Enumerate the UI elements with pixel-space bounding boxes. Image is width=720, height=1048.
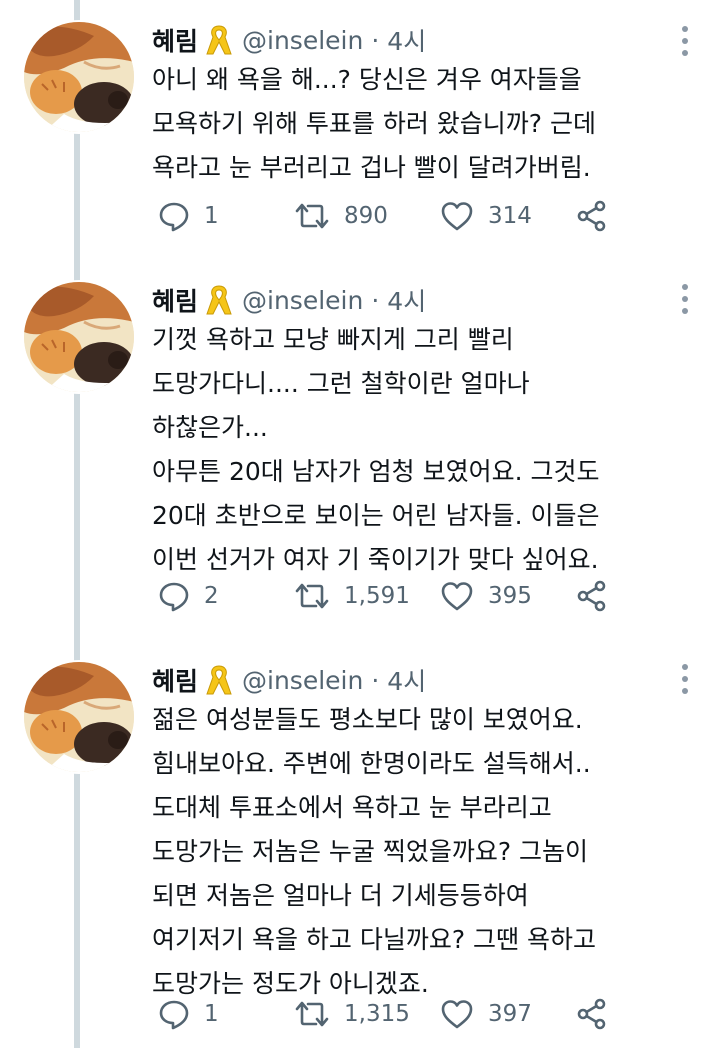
retweet-icon xyxy=(295,1001,329,1027)
retweet-count: 1,591 xyxy=(344,583,410,609)
avatar[interactable] xyxy=(22,280,136,394)
tweet[interactable]: 혜림 @inselein · 4시 젊은 여성분들도 평소보다 많이 보였어요.… xyxy=(0,642,720,1048)
separator: · xyxy=(371,25,380,55)
share-button[interactable] xyxy=(576,994,622,1034)
display-name[interactable]: 혜림 xyxy=(152,662,198,698)
more-icon[interactable] xyxy=(682,26,690,56)
tweet-text-line: 도망가는 저놈은 누굴 찍었을까요? 그놈이 xyxy=(152,837,589,866)
like-count: 314 xyxy=(488,203,532,229)
display-name[interactable]: 혜림 xyxy=(152,282,198,318)
tweet-text-line: 아무튼 20대 남자가 엄청 보였어요. 그것도 xyxy=(152,457,600,486)
like-count: 397 xyxy=(488,1001,532,1027)
tweet-actions: 1 890 314 xyxy=(152,196,632,236)
tweet-text: 젊은 여성분들도 평소보다 많이 보였어요. 힘내보아요. 주변에 한명이라도 … xyxy=(152,698,682,1006)
share-button[interactable] xyxy=(576,576,622,616)
reply-count: 1 xyxy=(204,203,219,229)
tweet-text-line: 욕라고 눈 부러리고 겁나 빨이 달려가버림. xyxy=(152,153,591,182)
tweet-header: 혜림 @inselein · 4시 xyxy=(152,280,426,320)
tweet-text-line: 젊은 여성분들도 평소보다 많이 보였어요. xyxy=(152,705,583,734)
avatar[interactable] xyxy=(22,660,136,774)
avatar-image xyxy=(24,662,134,772)
reply-icon xyxy=(159,1000,189,1030)
tweet-text-line: 모욕하기 위해 투표를 하러 왔습니까? 근데 xyxy=(152,109,597,138)
avatar[interactable] xyxy=(22,20,136,134)
retweet-icon xyxy=(295,583,329,609)
reply-count: 1 xyxy=(204,1001,219,1027)
tweet-header: 혜림 @inselein · 4시 xyxy=(152,660,426,700)
tweet-text-line: 도망가다니.... 그런 철학이란 얼마나 xyxy=(152,369,530,398)
like-button[interactable]: 397 xyxy=(440,994,532,1034)
reply-button[interactable]: 1 xyxy=(158,994,219,1034)
tweet[interactable]: 혜림 @inselein · 4시 아니 왜 욕을 해...? 당신은 겨우 여… xyxy=(0,0,720,262)
separator: · xyxy=(371,665,380,695)
tweet-text-line: 도대체 투표소에서 욕하고 눈 부라리고 xyxy=(152,793,552,822)
retweet-button[interactable]: 1,315 xyxy=(294,994,410,1034)
tweet-text-line: 20대 초반으로 보이는 어린 남자들. 이들은 xyxy=(152,501,600,530)
heart-icon xyxy=(441,1000,473,1029)
timestamp[interactable]: 4시 xyxy=(387,282,426,318)
yellow-ribbon-icon xyxy=(204,23,234,57)
tweet-text-line: 힘내보아요. 주변에 한명이라도 설득해서.. xyxy=(152,749,591,778)
tweet-text-line: 여기저기 욕을 하고 다닐까요? 그땐 욕하고 xyxy=(152,925,597,954)
avatar-image xyxy=(24,22,134,132)
reply-button[interactable]: 1 xyxy=(158,196,219,236)
avatar-image xyxy=(24,282,134,392)
like-button[interactable]: 314 xyxy=(440,196,532,236)
tweet-text: 아니 왜 욕을 해...? 당신은 겨우 여자들을 모욕하기 위해 투표를 하러… xyxy=(152,58,682,190)
tweet-text-line: 하찮은가... xyxy=(152,413,268,442)
retweet-button[interactable]: 890 xyxy=(294,196,388,236)
heart-icon xyxy=(441,582,473,611)
share-icon xyxy=(577,580,606,612)
yellow-ribbon-icon xyxy=(204,663,234,697)
retweet-icon xyxy=(295,203,329,229)
more-icon[interactable] xyxy=(682,284,690,314)
like-count: 395 xyxy=(488,583,532,609)
share-button[interactable] xyxy=(576,196,622,236)
heart-icon xyxy=(441,202,473,231)
retweet-count: 1,315 xyxy=(344,1001,410,1027)
yellow-ribbon-icon xyxy=(204,283,234,317)
tweet-text-line: 되면 저놈은 얼마나 더 기세등등하여 xyxy=(152,881,529,910)
reply-icon xyxy=(159,582,189,612)
timestamp[interactable]: 4시 xyxy=(387,662,426,698)
display-name[interactable]: 혜림 xyxy=(152,22,198,58)
tweet-text: 기껏 욕하고 모냥 빠지게 그리 빨리 도망가다니.... 그런 철학이란 얼마… xyxy=(152,318,682,582)
tweet-actions: 2 1,591 395 xyxy=(152,576,632,616)
timestamp[interactable]: 4시 xyxy=(387,22,426,58)
share-icon xyxy=(577,998,606,1030)
user-handle[interactable]: @inselein xyxy=(242,26,363,55)
share-icon xyxy=(577,200,606,232)
like-button[interactable]: 395 xyxy=(440,576,532,616)
more-icon[interactable] xyxy=(682,664,690,694)
reply-button[interactable]: 2 xyxy=(158,576,219,616)
tweet-text-line: 아니 왜 욕을 해...? 당신은 겨우 여자들을 xyxy=(152,65,582,94)
reply-icon xyxy=(159,202,189,232)
tweet-header: 혜림 @inselein · 4시 xyxy=(152,20,426,60)
retweet-button[interactable]: 1,591 xyxy=(294,576,410,616)
tweet[interactable]: 혜림 @inselein · 4시 기껏 욕하고 모냥 빠지게 그리 빨리 도망… xyxy=(0,262,720,642)
reply-count: 2 xyxy=(204,583,219,609)
retweet-count: 890 xyxy=(344,203,388,229)
tweet-actions: 1 1,315 397 xyxy=(152,994,632,1034)
user-handle[interactable]: @inselein xyxy=(242,666,363,695)
user-handle[interactable]: @inselein xyxy=(242,286,363,315)
tweet-text-line: 기껏 욕하고 모냥 빠지게 그리 빨리 xyxy=(152,325,514,354)
separator: · xyxy=(371,285,380,315)
